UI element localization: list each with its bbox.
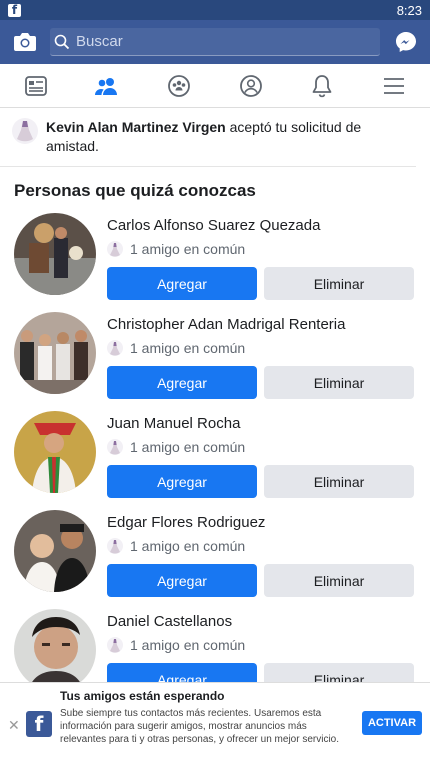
search-icon — [54, 34, 70, 49]
mutual-friends: 1 amigo en común — [107, 538, 416, 554]
close-icon[interactable]: ✕ — [8, 717, 20, 734]
tab-news-feed[interactable] — [16, 66, 56, 106]
facebook-logo-icon: f — [26, 711, 52, 737]
list-item: Christopher Adan Madrigal Renteria 1 ami… — [0, 304, 430, 403]
add-friend-button[interactable]: Agregar — [107, 564, 257, 597]
add-friend-button[interactable]: Agregar — [107, 465, 257, 498]
people-list: Carlos Alfonso Suarez Quezada 1 amigo en… — [0, 205, 430, 700]
avatar[interactable] — [14, 510, 96, 592]
tab-menu[interactable] — [374, 66, 414, 106]
camera-icon[interactable] — [10, 27, 40, 57]
mutual-friends: 1 amigo en común — [107, 637, 416, 653]
list-item: Edgar Flores Rodriguez 1 amigo en común … — [0, 502, 430, 601]
mutual-count: 1 amigo en común — [130, 439, 246, 455]
mutual-count: 1 amigo en común — [130, 241, 246, 257]
menu-icon — [384, 77, 405, 94]
avatar[interactable] — [14, 609, 96, 691]
person-name[interactable]: Christopher Adan Madrigal Renteria — [107, 316, 416, 333]
mutual-count: 1 amigo en común — [130, 340, 246, 356]
tab-notifications[interactable] — [302, 66, 342, 106]
notification-text: Kevin Alan Martinez Virgen aceptó tu sol… — [46, 118, 402, 156]
remove-button[interactable]: Eliminar — [264, 465, 414, 498]
notification-name: Kevin Alan Martinez Virgen — [46, 119, 226, 135]
banner-description: Sube siempre tus contactos más recientes… — [60, 708, 340, 745]
person-name[interactable]: Juan Manuel Rocha — [107, 415, 416, 432]
person-name[interactable]: Edgar Flores Rodriguez — [107, 514, 416, 531]
mutual-friends: 1 amigo en común — [107, 241, 416, 257]
mutual-friend-avatar — [107, 637, 123, 653]
groups-icon — [168, 74, 191, 97]
mutual-friend-avatar — [107, 439, 123, 455]
mutual-friend-avatar — [107, 241, 123, 257]
remove-button[interactable]: Eliminar — [264, 564, 414, 597]
mutual-count: 1 amigo en común — [130, 538, 246, 554]
bell-icon — [313, 74, 332, 97]
avatar[interactable] — [14, 411, 96, 493]
profile-icon — [239, 74, 262, 97]
person-name[interactable]: Daniel Castellanos — [107, 613, 416, 630]
mutual-count: 1 amigo en común — [130, 637, 246, 653]
banner-title: Tus amigos están esperando — [60, 689, 225, 703]
person-name[interactable]: Carlos Alfonso Suarez Quezada — [107, 217, 416, 234]
list-item: Carlos Alfonso Suarez Quezada 1 amigo en… — [0, 205, 430, 304]
mutual-friends: 1 amigo en común — [107, 340, 416, 356]
messenger-icon[interactable] — [392, 28, 420, 56]
tab-profile[interactable] — [231, 66, 271, 106]
friend-request-notification[interactable]: Kevin Alan Martinez Virgen aceptó tu sol… — [0, 108, 416, 167]
avatar[interactable] — [14, 312, 96, 394]
tab-bar — [0, 64, 430, 108]
tab-groups[interactable] — [159, 66, 199, 106]
friends-icon — [95, 77, 118, 95]
search-placeholder: Buscar — [76, 33, 123, 50]
add-friend-button[interactable]: Agregar — [107, 267, 257, 300]
list-item: Juan Manuel Rocha 1 amigo en común Agreg… — [0, 403, 430, 502]
avatar — [12, 118, 38, 144]
news-feed-icon — [24, 75, 47, 96]
remove-button[interactable]: Eliminar — [264, 267, 414, 300]
mutual-friend-avatar — [107, 340, 123, 356]
search-input[interactable]: Buscar — [50, 28, 380, 56]
tab-friends[interactable] — [87, 66, 127, 106]
status-bar: f 8:23 — [0, 0, 430, 20]
remove-button[interactable]: Eliminar — [264, 366, 414, 399]
avatar[interactable] — [14, 213, 96, 295]
contacts-upload-banner: ✕ f Tus amigos están esperando Sube siem… — [0, 682, 430, 765]
activate-button[interactable]: ACTIVAR — [362, 711, 422, 735]
add-friend-button[interactable]: Agregar — [107, 366, 257, 399]
facebook-notification-icon: f — [8, 3, 21, 17]
clock: 8:23 — [396, 2, 422, 18]
mutual-friend-avatar — [107, 538, 123, 554]
mutual-friends: 1 amigo en común — [107, 439, 416, 455]
section-title: Personas que quizá conozcas — [14, 181, 256, 200]
top-bar: Buscar — [0, 20, 430, 64]
